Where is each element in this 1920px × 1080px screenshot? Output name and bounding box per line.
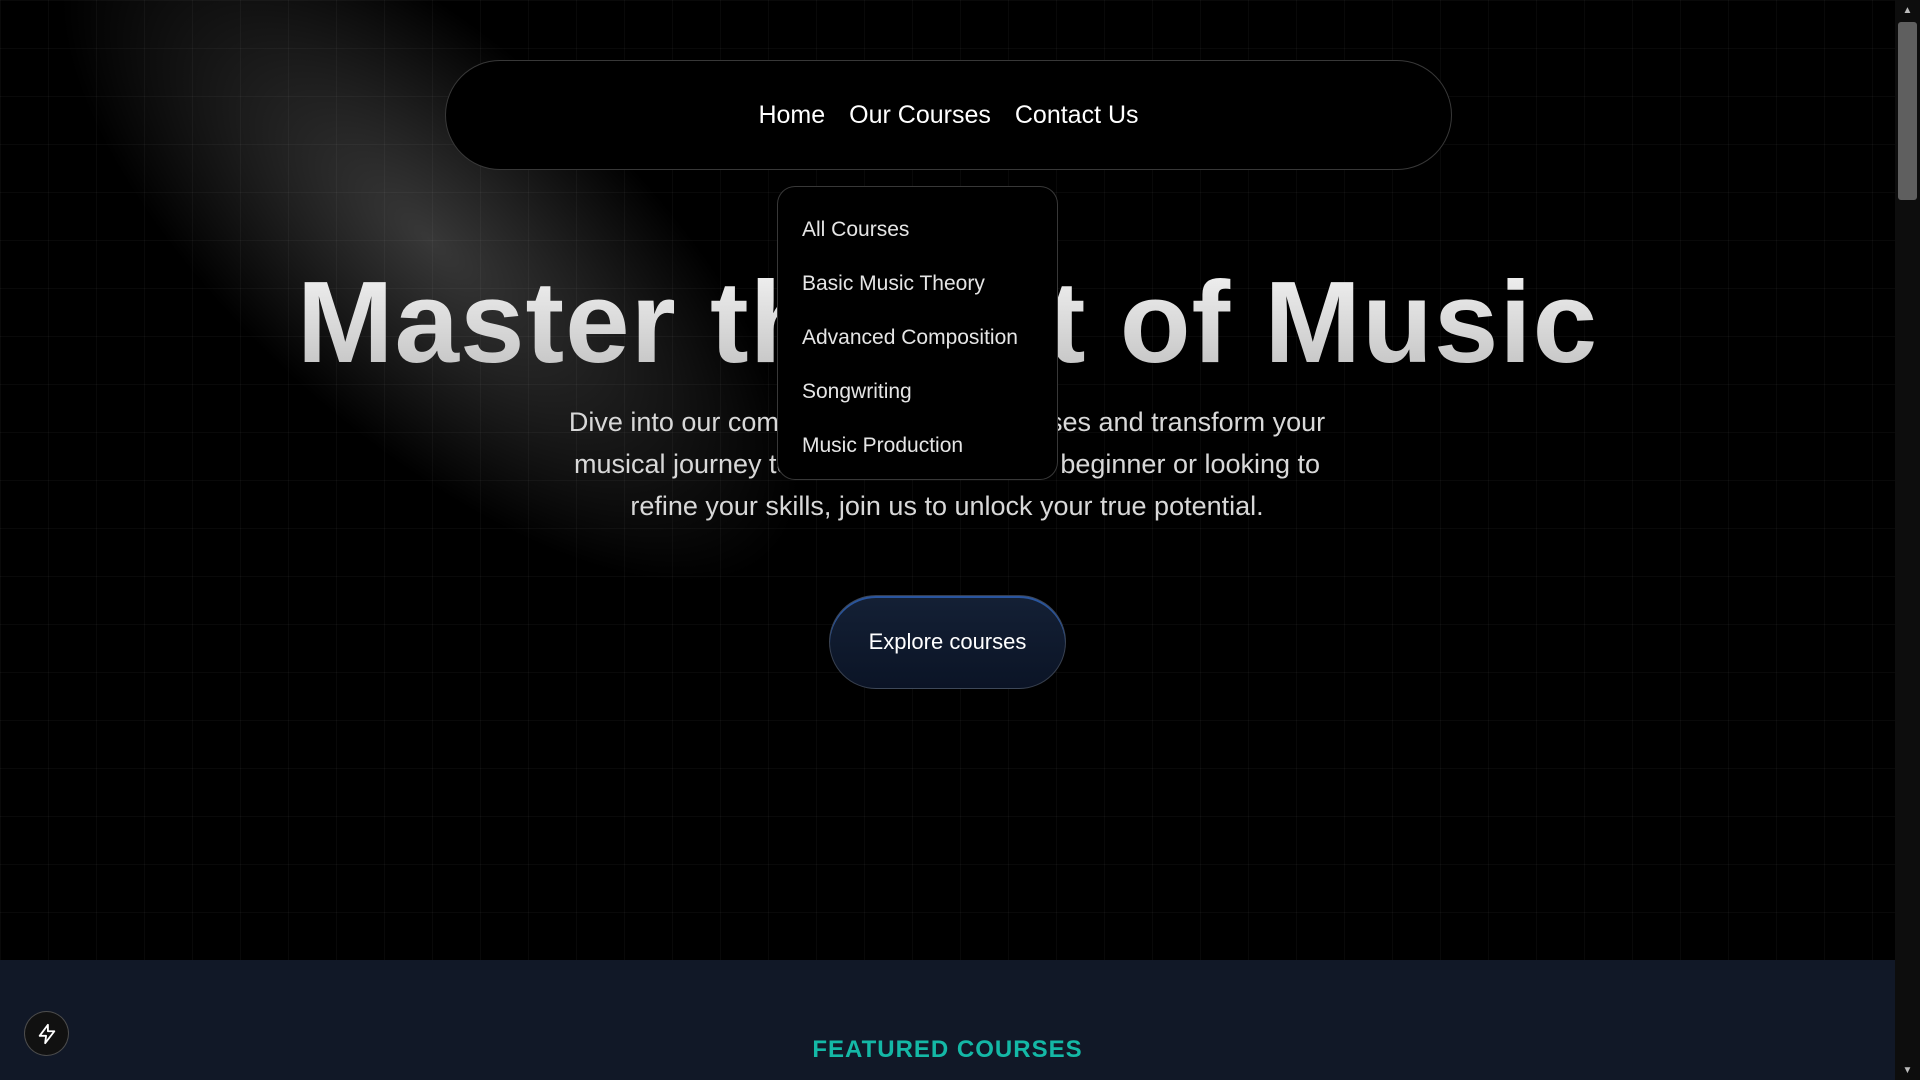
featured-courses-heading: FEATURED COURSES [812,1036,1083,1063]
floating-action-button[interactable] [24,1011,69,1056]
featured-courses-section: FEATURED COURSES [0,960,1895,1080]
dropdown-item-advanced-composition[interactable]: Advanced Composition [802,311,1057,365]
explore-courses-button[interactable]: Explore courses [829,595,1066,689]
vertical-scrollbar[interactable]: ▲ ▼ [1895,0,1920,1080]
nav-contact-link[interactable]: Contact Us [1015,101,1139,130]
dropdown-item-all-courses[interactable]: All Courses [802,203,1057,257]
nav-home-link[interactable]: Home [758,101,825,130]
scroll-down-arrow-icon[interactable]: ▼ [1895,1060,1920,1080]
nav-courses-link[interactable]: Our Courses [849,101,991,130]
dropdown-item-basic-music-theory[interactable]: Basic Music Theory [802,257,1057,311]
courses-dropdown-menu: All Courses Basic Music Theory Advanced … [777,186,1058,480]
scrollbar-thumb[interactable] [1898,22,1917,200]
bolt-icon [38,1023,55,1044]
dropdown-item-music-production[interactable]: Music Production [802,419,1057,473]
dropdown-item-songwriting[interactable]: Songwriting [802,365,1057,419]
top-navbar: Home Our Courses Contact Us [445,60,1452,170]
scroll-up-arrow-icon[interactable]: ▲ [1895,0,1920,20]
page: Home Our Courses Contact Us Master the A… [0,0,1895,1080]
